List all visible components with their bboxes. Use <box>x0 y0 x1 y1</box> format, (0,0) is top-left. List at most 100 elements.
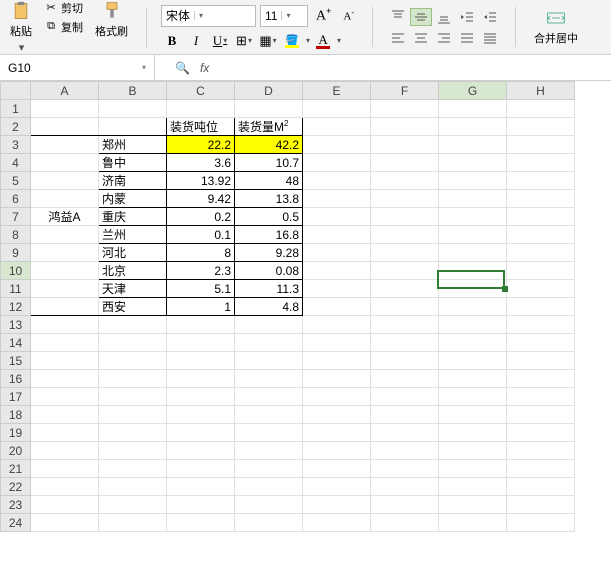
cell-A14[interactable] <box>31 334 99 352</box>
cell-H11[interactable] <box>507 280 575 298</box>
cell-H2[interactable] <box>507 118 575 136</box>
cell-E8[interactable] <box>303 226 371 244</box>
cell-G10[interactable] <box>439 262 507 280</box>
cell-F4[interactable] <box>371 154 439 172</box>
cell-E24[interactable] <box>303 514 371 532</box>
merge-center-button[interactable]: 合并居中 <box>530 6 582 48</box>
cell-C21[interactable] <box>167 460 235 478</box>
cell-G16[interactable] <box>439 370 507 388</box>
cell-D4[interactable]: 10.7 <box>235 154 303 172</box>
cell-G15[interactable] <box>439 352 507 370</box>
cell-style-button[interactable]: ▦▾ <box>257 31 279 51</box>
cell-H4[interactable] <box>507 154 575 172</box>
italic-button[interactable]: I <box>185 31 207 51</box>
cell-C10[interactable]: 2.3 <box>167 262 235 280</box>
cell-E19[interactable] <box>303 424 371 442</box>
cell-H15[interactable] <box>507 352 575 370</box>
copy-button[interactable]: ⧉ 复制 <box>42 18 85 36</box>
cell-A10[interactable] <box>31 262 99 280</box>
cell-F16[interactable] <box>371 370 439 388</box>
cell-H10[interactable] <box>507 262 575 280</box>
column-header-C[interactable]: C <box>167 82 235 100</box>
cell-D11[interactable]: 11.3 <box>235 280 303 298</box>
row-header-18[interactable]: 18 <box>1 406 31 424</box>
cell-A6[interactable] <box>31 190 99 208</box>
column-header-B[interactable]: B <box>99 82 167 100</box>
cell-B16[interactable] <box>99 370 167 388</box>
cell-C17[interactable] <box>167 388 235 406</box>
cell-A21[interactable] <box>31 460 99 478</box>
cell-C14[interactable] <box>167 334 235 352</box>
cell-C5[interactable]: 13.92 <box>167 172 235 190</box>
cell-G12[interactable] <box>439 298 507 316</box>
cell-D13[interactable] <box>235 316 303 334</box>
bold-button[interactable]: B <box>161 31 183 51</box>
cell-C7[interactable]: 0.2 <box>167 208 235 226</box>
cell-H22[interactable] <box>507 478 575 496</box>
cell-A22[interactable] <box>31 478 99 496</box>
cell-F1[interactable] <box>371 100 439 118</box>
row-header-10[interactable]: 10 <box>1 262 31 280</box>
cell-A23[interactable] <box>31 496 99 514</box>
cut-button[interactable]: ✂ 剪切 <box>42 0 85 17</box>
row-header-4[interactable]: 4 <box>1 154 31 172</box>
cell-A9[interactable] <box>31 244 99 262</box>
row-header-22[interactable]: 22 <box>1 478 31 496</box>
row-header-2[interactable]: 2 <box>1 118 31 136</box>
row-header-12[interactable]: 12 <box>1 298 31 316</box>
underline-button[interactable]: U▾ <box>209 31 231 51</box>
cell-D16[interactable] <box>235 370 303 388</box>
select-all-corner[interactable] <box>1 82 31 100</box>
cell-H14[interactable] <box>507 334 575 352</box>
cell-G18[interactable] <box>439 406 507 424</box>
cell-G7[interactable] <box>439 208 507 226</box>
cell-E9[interactable] <box>303 244 371 262</box>
cell-E14[interactable] <box>303 334 371 352</box>
cell-A16[interactable] <box>31 370 99 388</box>
distribute-button[interactable] <box>479 29 501 47</box>
align-middle-button[interactable] <box>410 8 432 26</box>
cell-E1[interactable] <box>303 100 371 118</box>
cell-E2[interactable] <box>303 118 371 136</box>
cell-G5[interactable] <box>439 172 507 190</box>
cell-E7[interactable] <box>303 208 371 226</box>
row-header-3[interactable]: 3 <box>1 136 31 154</box>
cell-H12[interactable] <box>507 298 575 316</box>
cell-E4[interactable] <box>303 154 371 172</box>
row-header-8[interactable]: 8 <box>1 226 31 244</box>
cell-H3[interactable] <box>507 136 575 154</box>
cell-B24[interactable] <box>99 514 167 532</box>
cell-D8[interactable]: 16.8 <box>235 226 303 244</box>
cell-F6[interactable] <box>371 190 439 208</box>
row-header-19[interactable]: 19 <box>1 424 31 442</box>
cell-E23[interactable] <box>303 496 371 514</box>
cell-H6[interactable] <box>507 190 575 208</box>
font-color-button[interactable]: A <box>312 31 334 51</box>
cell-F14[interactable] <box>371 334 439 352</box>
decrease-font-button[interactable]: A- <box>339 5 358 26</box>
cell-F2[interactable] <box>371 118 439 136</box>
cell-B22[interactable] <box>99 478 167 496</box>
cell-A19[interactable] <box>31 424 99 442</box>
cell-F3[interactable] <box>371 136 439 154</box>
cell-H24[interactable] <box>507 514 575 532</box>
cell-F12[interactable] <box>371 298 439 316</box>
row-header-16[interactable]: 16 <box>1 370 31 388</box>
cell-A24[interactable] <box>31 514 99 532</box>
cell-A18[interactable] <box>31 406 99 424</box>
cell-D17[interactable] <box>235 388 303 406</box>
cell-A15[interactable] <box>31 352 99 370</box>
justify-button[interactable] <box>456 29 478 47</box>
cell-H8[interactable] <box>507 226 575 244</box>
row-header-9[interactable]: 9 <box>1 244 31 262</box>
cell-H19[interactable] <box>507 424 575 442</box>
cell-A13[interactable] <box>31 316 99 334</box>
cell-B17[interactable] <box>99 388 167 406</box>
cell-D6[interactable]: 13.8 <box>235 190 303 208</box>
cell-G8[interactable] <box>439 226 507 244</box>
cell-E18[interactable] <box>303 406 371 424</box>
column-header-H[interactable]: H <box>507 82 575 100</box>
column-header-A[interactable]: A <box>31 82 99 100</box>
cell-H5[interactable] <box>507 172 575 190</box>
cell-E5[interactable] <box>303 172 371 190</box>
